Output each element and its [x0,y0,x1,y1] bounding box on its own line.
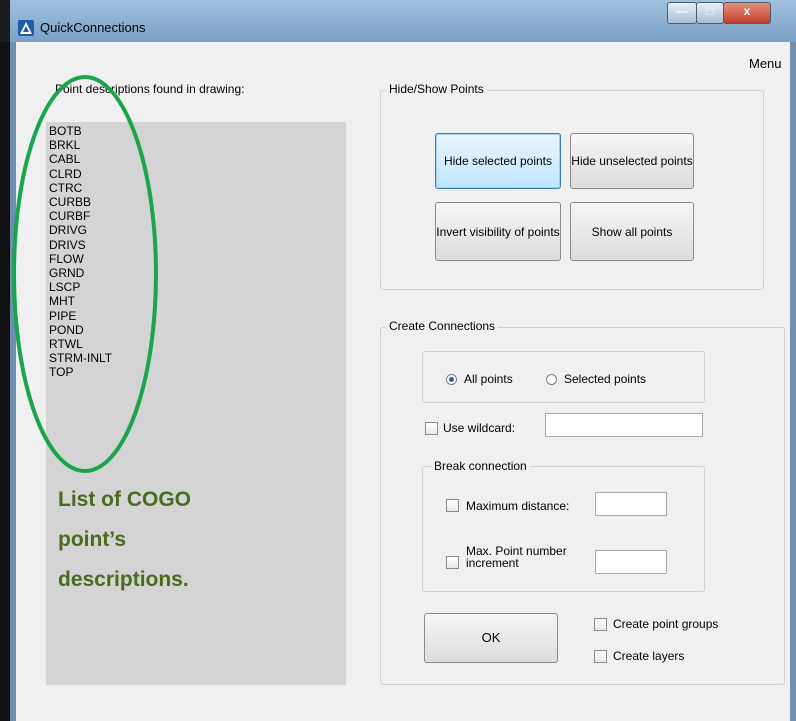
create-layers-label[interactable]: Create layers [613,649,684,663]
max-increment-label[interactable]: Max. Point number increment [466,545,590,569]
create-layers-checkbox[interactable] [594,650,607,663]
list-header: Point descriptions found in drawing: [55,82,245,96]
list-item[interactable]: GRND [49,266,112,280]
all-points-radio[interactable] [446,374,457,385]
hide-unselected-label: Hide unselected points [571,154,693,168]
maximum-distance-checkbox[interactable] [446,499,459,512]
wildcard-input[interactable] [545,413,703,437]
list-item[interactable]: CURBB [49,195,112,209]
menu-item-menu[interactable]: Menu [749,56,782,71]
menu-bar [16,52,790,74]
maximum-distance-label[interactable]: Maximum distance: [466,499,569,513]
maximize-icon: □ [706,4,714,18]
annotation-line: List of COGO [58,488,191,511]
window-title: QuickConnections [40,20,146,35]
show-all-button[interactable]: Show all points [570,202,694,261]
show-all-label: Show all points [591,224,673,239]
ok-label: OK [481,630,501,645]
list-item[interactable]: RTWL [49,337,112,351]
selected-points-label[interactable]: Selected points [564,372,646,386]
list-item[interactable]: MHT [49,294,112,308]
all-points-label[interactable]: All points [464,372,513,386]
create-connections-legend: Create Connections [386,319,499,333]
use-wildcard-label[interactable]: Use wildcard: [443,421,515,435]
list-item[interactable]: TOP [49,365,112,379]
list-item[interactable]: FLOW [49,252,112,266]
close-button[interactable]: x [723,2,771,24]
hide-selected-button[interactable]: Hide selected points [435,133,561,189]
list-item[interactable]: DRIVS [49,238,112,252]
close-icon: x [743,4,751,18]
list-item[interactable]: CURBF [49,209,112,223]
annotation-line: descriptions. [58,568,189,591]
list-item[interactable]: LSCP [49,280,112,294]
list-item[interactable]: STRM-INLT [49,351,112,365]
list-item[interactable]: DRIVG [49,223,112,237]
max-increment-checkbox[interactable] [446,556,459,569]
hide-selected-label: Hide selected points [443,154,553,168]
annotation-line: point’s [58,528,127,551]
minimize-icon: — [676,4,688,18]
description-list[interactable]: BOTB BRKL CABL CLRD CTRC CURBB CURBF DRI… [49,124,112,380]
selected-points-radio[interactable] [546,374,557,385]
hide-show-legend: Hide/Show Points [386,82,487,96]
create-point-groups-label[interactable]: Create point groups [613,617,718,631]
max-increment-input[interactable] [595,550,667,574]
list-item[interactable]: POND [49,323,112,337]
list-item[interactable]: CTRC [49,181,112,195]
invert-visibility-button[interactable]: Invert visibility of points [435,202,561,261]
annotation-text: List of COGO point’s descriptions. [58,480,318,600]
create-point-groups-checkbox[interactable] [594,618,607,631]
minimize-button[interactable]: — [667,2,697,24]
maximize-button[interactable]: □ [696,2,724,24]
list-item[interactable]: CLRD [49,167,112,181]
ok-button[interactable]: OK [424,613,558,663]
use-wildcard-checkbox[interactable] [425,422,438,435]
maximum-distance-input[interactable] [595,492,667,516]
list-item[interactable]: BOTB [49,124,112,138]
list-item[interactable]: BRKL [49,138,112,152]
list-item[interactable]: CABL [49,152,112,166]
hide-unselected-button[interactable]: Hide unselected points [570,133,694,189]
list-item[interactable]: PIPE [49,309,112,323]
app-logo-icon [18,20,34,36]
invert-visibility-label: Invert visibility of points [436,224,560,239]
break-connection-legend: Break connection [431,459,530,473]
